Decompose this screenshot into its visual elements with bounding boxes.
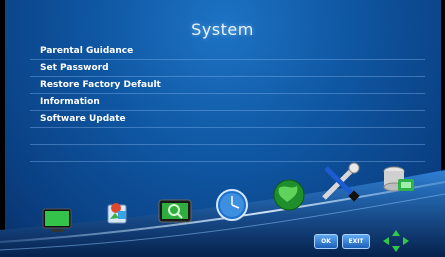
search-screen-icon[interactable] — [158, 199, 192, 225]
navigation-arrows-icon[interactable] — [381, 229, 411, 253]
menu-item-parental-guidance[interactable]: Parental Guidance — [30, 43, 425, 60]
ok-button[interactable]: OK — [314, 234, 338, 249]
system-menu-list: Parental Guidance Set Password Restore F… — [30, 43, 425, 162]
media-icon[interactable] — [106, 199, 130, 225]
menu-item-restore-factory-default[interactable]: Restore Factory Default — [30, 77, 425, 94]
menu-item-information[interactable]: Information — [30, 94, 425, 111]
menu-empty-row — [30, 128, 425, 145]
menu-item-set-password[interactable]: Set Password — [30, 60, 425, 77]
tools-icon[interactable] — [318, 160, 362, 204]
globe-icon[interactable] — [271, 178, 307, 212]
menu-item-software-update[interactable]: Software Update — [30, 111, 425, 128]
tv-icon[interactable] — [42, 208, 72, 234]
exit-button[interactable]: EXIT — [342, 234, 370, 249]
page-title: System — [191, 20, 254, 39]
clock-icon[interactable] — [215, 188, 249, 222]
database-icon[interactable] — [380, 165, 416, 197]
system-menu-screen: System Parental Guidance Set Password Re… — [0, 0, 445, 257]
